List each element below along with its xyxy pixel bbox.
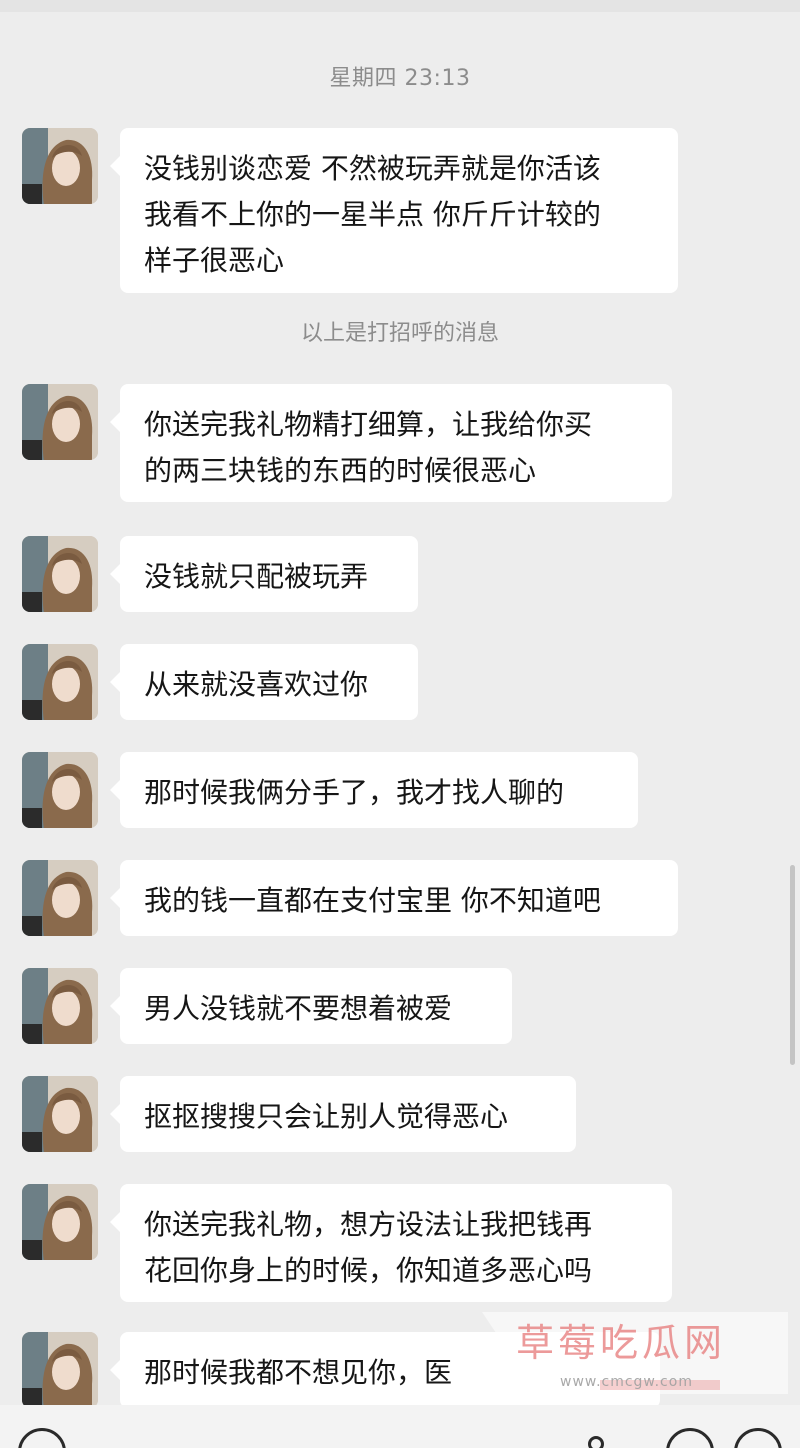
- message-bubble[interactable]: 没钱别谈恋爱 不然被玩弄就是你活该 我看不上你的一星半点 你斤斤计较的 样子很恶…: [110, 128, 678, 293]
- avatar[interactable]: [22, 384, 98, 460]
- mic-icon[interactable]: [588, 1436, 604, 1448]
- watermark-url: www.cmcgw.com: [560, 1374, 693, 1390]
- message-bubble[interactable]: 你送完我礼物，想方设法让我把钱再 花回你身上的时候，你知道多恶心吗: [110, 1184, 672, 1302]
- avatar[interactable]: [22, 1076, 98, 1152]
- message-timestamp: 星期四 23:13: [329, 66, 471, 91]
- message-bubble[interactable]: 那时候我俩分手了，我才找人聊的: [110, 752, 638, 828]
- message-bubble[interactable]: 从来就没喜欢过你: [110, 644, 418, 720]
- avatar[interactable]: [22, 644, 98, 720]
- message-bubble[interactable]: 抠抠搜搜只会让别人觉得恶心: [110, 1076, 576, 1152]
- message-bubble[interactable]: 男人没钱就不要想着被爱: [110, 968, 512, 1044]
- avatar[interactable]: [22, 128, 98, 204]
- watermark-title: 草莓吃瓜网: [516, 1321, 727, 1365]
- system-note: 以上是打招呼的消息: [300, 321, 499, 346]
- avatar[interactable]: [22, 752, 98, 828]
- message-bubble[interactable]: 我的钱一直都在支付宝里 你不知道吧: [110, 860, 678, 936]
- message-bubble[interactable]: 没钱就只配被玩弄: [110, 536, 418, 612]
- avatar[interactable]: [22, 1332, 98, 1408]
- avatar[interactable]: [22, 968, 98, 1044]
- message-bubble[interactable]: 你送完我礼物精打细算，让我给你买 的两三块钱的东西的时候很恶心: [110, 384, 672, 502]
- avatar[interactable]: [22, 860, 98, 936]
- avatar[interactable]: [22, 536, 98, 612]
- top-strip: [0, 0, 800, 12]
- scrollbar[interactable]: [790, 865, 795, 1065]
- avatar[interactable]: [22, 1184, 98, 1260]
